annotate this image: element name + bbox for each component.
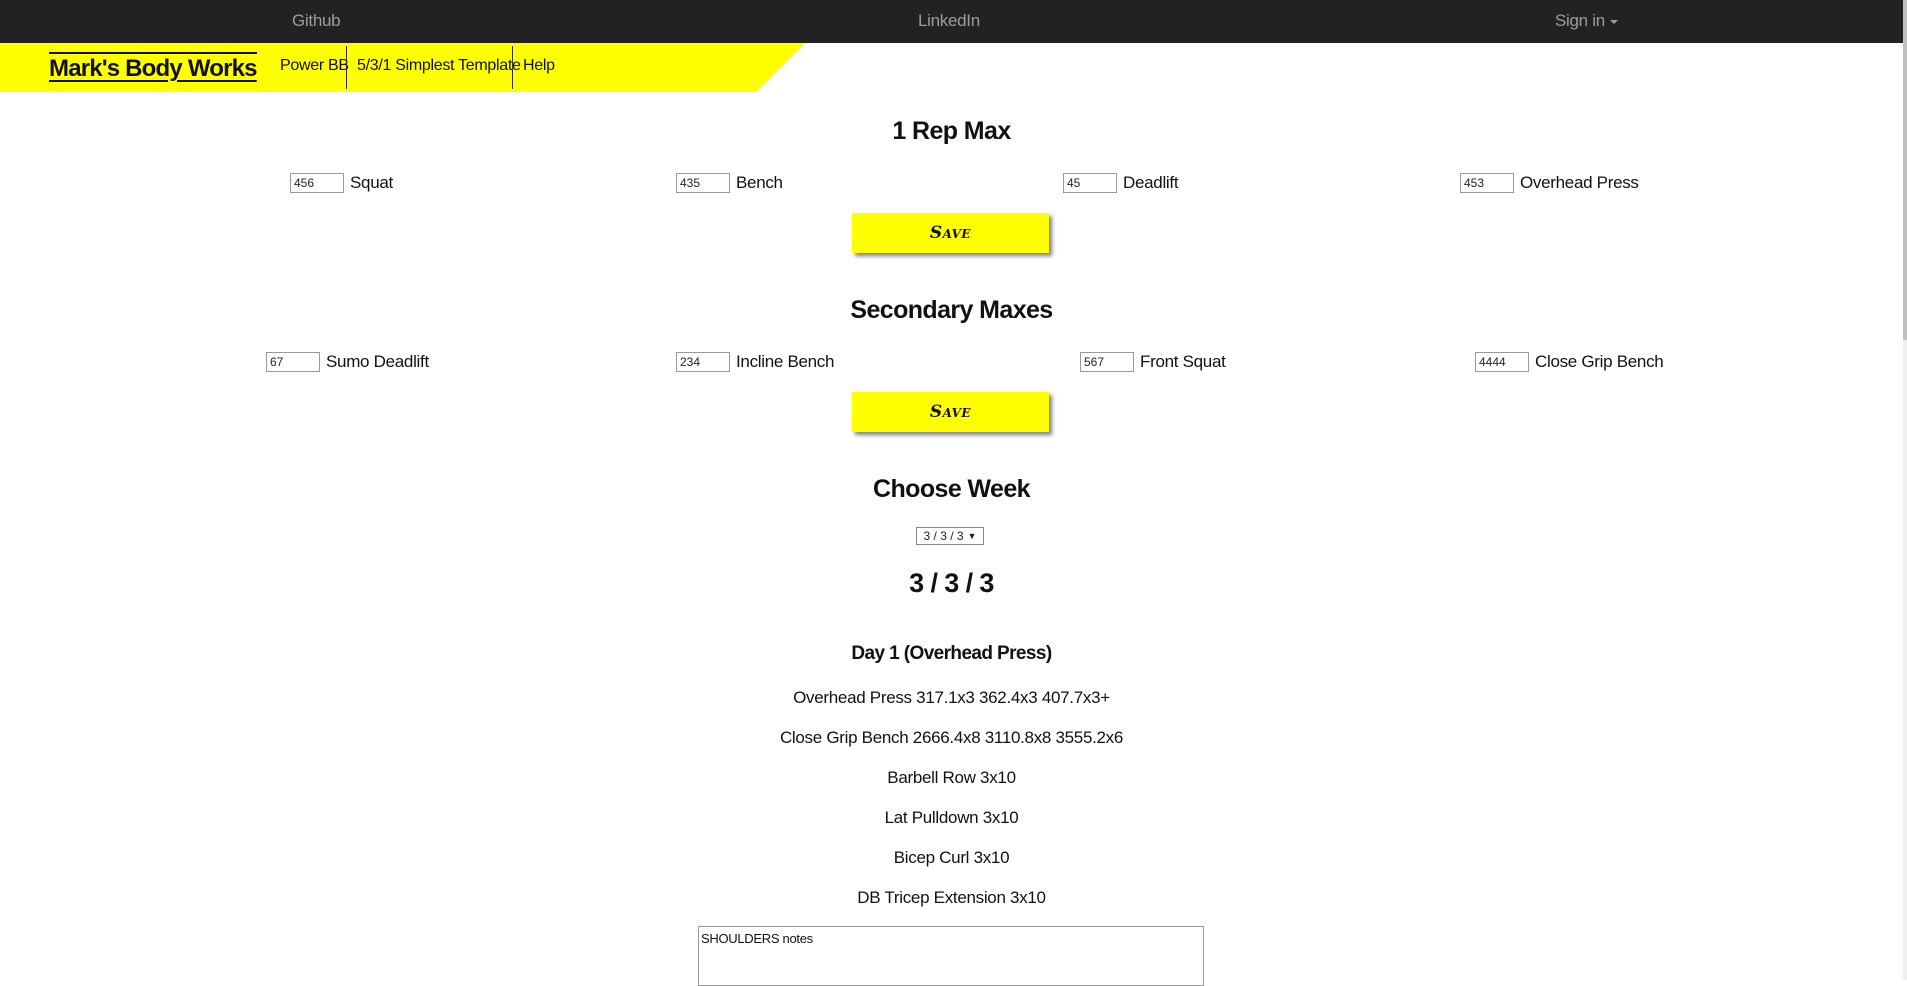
squat-max-field: Squat <box>290 172 393 194</box>
caret-down-icon <box>1609 19 1618 24</box>
exercise-line: Overhead Press 317.1x3 362.4x3 407.7x3+ <box>793 688 1110 707</box>
page-scrollbar[interactable] <box>1903 0 1907 980</box>
deadlift-max-field: Deadlift <box>1063 172 1179 194</box>
main-navbar: Mark's Body Works Power BB 5/3/1 Simples… <box>0 43 810 92</box>
exercise-line: Bicep Curl 3x10 <box>893 848 1010 867</box>
dropdown-arrow-icon: ▼ <box>967 531 977 541</box>
exercise-line: DB Tricep Extension 3x10 <box>857 888 1046 907</box>
bench-max-input[interactable] <box>676 173 730 193</box>
scrollbar-thumb[interactable] <box>1903 0 1907 340</box>
notes-textarea[interactable]: SHOULDERS notes <box>698 926 1204 986</box>
linkedin-link[interactable]: LinkedIn <box>918 11 980 31</box>
close-grip-bench-input[interactable] <box>1475 352 1529 372</box>
one-rep-max-heading: 1 Rep Max <box>892 117 1011 145</box>
front-squat-input[interactable] <box>1080 352 1134 372</box>
day-title: Day 1 (Overhead Press) <box>851 643 1052 664</box>
exercise-line: Lat Pulldown 3x10 <box>884 808 1019 827</box>
incline-bench-label: Incline Bench <box>736 352 835 371</box>
incline-bench-input[interactable] <box>676 352 730 372</box>
overhead-press-max-label: Overhead Press <box>1520 173 1639 192</box>
sumo-deadlift-field: Sumo Deadlift <box>266 351 429 373</box>
top-navbar: Github LinkedIn Sign in <box>0 0 1903 43</box>
choose-week-heading: Choose Week <box>873 475 1030 503</box>
week-title: 3 / 3 / 3 <box>909 568 994 598</box>
front-squat-label: Front Squat <box>1140 352 1226 371</box>
bench-max-label: Bench <box>736 173 783 192</box>
save-secondary-maxes-button[interactable]: Save <box>852 392 1049 432</box>
sumo-deadlift-label: Sumo Deadlift <box>326 352 429 371</box>
overhead-press-max-input[interactable] <box>1460 173 1514 193</box>
secondary-maxes-heading: Secondary Maxes <box>850 296 1053 324</box>
signin-dropdown[interactable]: Sign in <box>1555 11 1618 31</box>
close-grip-bench-field: Close Grip Bench <box>1475 351 1664 373</box>
brand-logo[interactable]: Mark's Body Works <box>49 52 258 84</box>
overhead-press-max-field: Overhead Press <box>1460 172 1639 194</box>
week-select[interactable]: 3 / 3 / 3 ▼ <box>916 527 984 545</box>
bench-max-field: Bench <box>676 172 783 194</box>
front-squat-field: Front Squat <box>1080 351 1226 373</box>
incline-bench-field: Incline Bench <box>676 351 834 373</box>
save-one-rep-max-button[interactable]: Save <box>852 213 1049 253</box>
squat-max-label: Squat <box>350 173 393 192</box>
week-select-value: 3 / 3 / 3 <box>923 529 964 543</box>
squat-max-input[interactable] <box>290 173 344 193</box>
signin-label: Sign in <box>1555 11 1605 30</box>
github-link[interactable]: Github <box>292 11 341 31</box>
deadlift-max-label: Deadlift <box>1123 173 1179 192</box>
sumo-deadlift-input[interactable] <box>266 352 320 372</box>
exercise-line: Barbell Row 3x10 <box>887 768 1016 787</box>
nav-item-help[interactable]: Help <box>513 43 565 88</box>
deadlift-max-input[interactable] <box>1063 173 1117 193</box>
nav-item-531-template[interactable]: 5/3/1 Simplest Template <box>347 43 531 88</box>
exercise-line: Close Grip Bench 2666.4x8 3110.8x8 3555.… <box>779 728 1124 747</box>
close-grip-bench-label: Close Grip Bench <box>1535 352 1664 371</box>
